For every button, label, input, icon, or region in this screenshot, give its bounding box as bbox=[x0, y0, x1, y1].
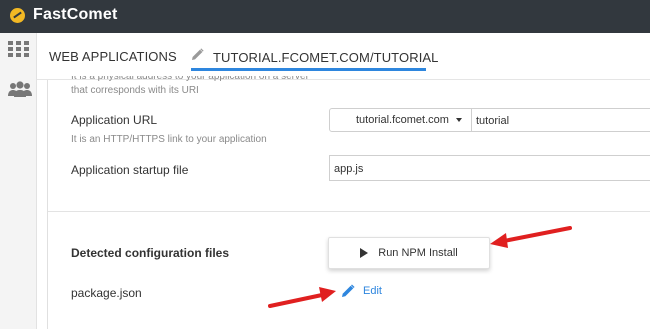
app-root-help-text: It is a physical address to your applica… bbox=[71, 76, 309, 96]
pencil-icon bbox=[342, 284, 355, 297]
pencil-icon bbox=[192, 48, 204, 60]
active-tab-indicator bbox=[191, 68, 426, 71]
app-url-help: It is an HTTP/HTTPS link to your applica… bbox=[71, 134, 267, 145]
app-url-path-input[interactable]: tutorial bbox=[471, 108, 650, 132]
brand-logo[interactable]: FastComet bbox=[10, 6, 117, 24]
edit-config-link[interactable]: Edit bbox=[341, 284, 382, 298]
tab-current-application[interactable]: TUTORIAL.FCOMET.COM/TUTORIAL bbox=[191, 33, 438, 80]
users-icon[interactable] bbox=[8, 81, 32, 97]
run-npm-install-button[interactable]: Run NPM Install bbox=[328, 237, 490, 269]
domain-select-value: tutorial.fcomet.com bbox=[356, 114, 449, 126]
tab-bar: WEB APPLICATIONS TUTORIAL.FCOMET.COM/TUT… bbox=[37, 33, 650, 80]
edit-label: Edit bbox=[363, 285, 382, 297]
app-url-label: Application URL bbox=[71, 113, 158, 127]
brand-name: FastComet bbox=[33, 6, 118, 23]
tab-web-applications[interactable]: WEB APPLICATIONS bbox=[49, 49, 177, 64]
config-file-name: package.json bbox=[71, 286, 142, 300]
caret-down-icon bbox=[455, 118, 462, 123]
annotation-arrow-edit bbox=[268, 287, 336, 308]
grid-icon[interactable] bbox=[8, 41, 29, 59]
brand-logo-icon bbox=[10, 7, 25, 23]
startup-file-input[interactable]: app.js bbox=[329, 155, 650, 181]
top-bar: FastComet bbox=[0, 0, 650, 33]
run-npm-install-label: Run NPM Install bbox=[378, 247, 458, 259]
section-divider bbox=[48, 211, 650, 212]
domain-select[interactable]: tutorial.fcomet.com bbox=[329, 108, 472, 132]
annotation-arrow-npm bbox=[490, 226, 572, 248]
config-files-label: Detected configuration files bbox=[71, 246, 230, 260]
application-settings-panel: It is a physical address to your applica… bbox=[47, 76, 650, 329]
left-rail bbox=[0, 33, 37, 329]
tab-current-label: TUTORIAL.FCOMET.COM/TUTORIAL bbox=[213, 50, 439, 65]
startup-file-label: Application startup file bbox=[71, 163, 189, 177]
play-icon bbox=[360, 248, 369, 258]
